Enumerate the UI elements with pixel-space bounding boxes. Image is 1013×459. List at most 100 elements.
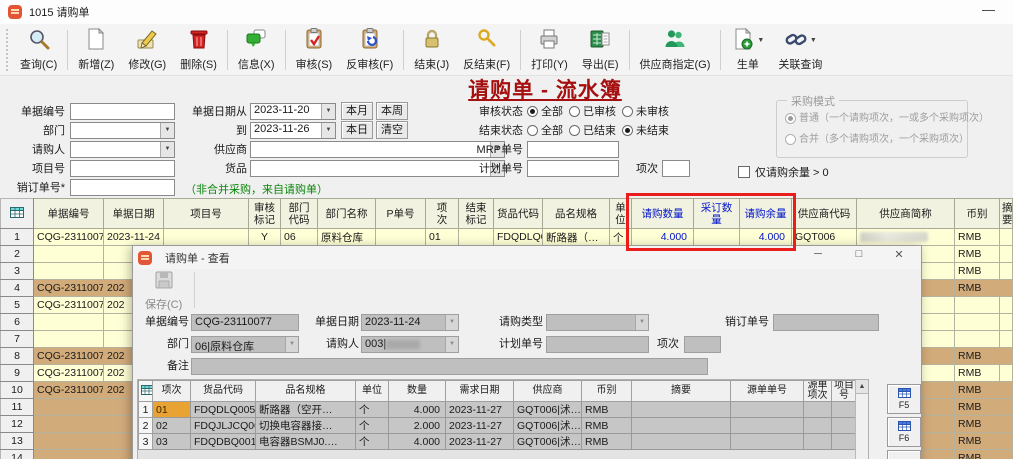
audit-check-icon [302,27,326,54]
date-to-label: 到 [236,125,247,137]
chevron-down-icon[interactable]: ▼ [160,123,174,138]
dialog-minimize-button[interactable]: ─ [809,248,827,260]
audit-button[interactable]: 审核(S) [289,26,340,74]
generate-doc-icon [731,27,755,54]
modify-button[interactable]: 修改(G) [121,26,173,74]
unaudit-button[interactable]: 反审核(F) [339,26,400,74]
save-button[interactable]: 保存(C) [139,267,188,313]
today-button[interactable]: 本日 [341,121,373,139]
project-label: 项目号 [32,163,65,175]
unend-button[interactable]: 反结束(F) [456,26,517,74]
related-query-button[interactable]: ▼ 关联查询 [771,26,829,74]
dept-select[interactable]: ▼ [70,122,175,139]
dlg-dept-value: 06|原料仓库 ▼ [191,336,299,353]
mrp-label: MRP单号 [476,144,523,156]
delete-button[interactable]: 删除(S) [173,26,224,74]
mode-normal-label: 普通（一个请购项次，一或多个采购项次） [799,113,989,124]
date-from-input[interactable]: 2023-11-20 ▼ [250,103,336,120]
purchase-mode-group: 采购模式 普通（一个请购项次，一或多个采购项次） 合并（多个请购项次，一个采购项… [776,93,989,158]
seq-input[interactable] [662,160,690,177]
this-month-button[interactable]: 本月 [341,102,373,120]
audit-all-label: 全部 [541,106,563,118]
mode-normal-radio [785,113,796,124]
edit-icon [135,27,159,54]
minimize-button[interactable]: — [982,2,995,17]
delete-row-button[interactable]: ✕ [887,450,921,459]
vertical-scrollbar[interactable]: ▲ [855,380,868,459]
search-icon [27,27,51,54]
generate-order-button[interactable]: ▼ 生单 [724,26,771,74]
redacted-text [386,339,421,349]
excel-export-icon [588,27,612,54]
doc-no-input[interactable] [70,103,175,120]
end-yes-label: 已结束 [583,125,616,137]
dialog-table-row[interactable]: 3 03 FDQDBQ001 电容器BSMJ0.… 个 4.000 2023-1… [138,433,857,450]
grid-icon [0,198,34,229]
chevron-down-icon: ▼ [635,315,648,330]
clear-button[interactable]: 清空 [376,121,408,139]
requester-select[interactable]: ▼ [70,141,175,158]
end-all-label: 全部 [541,125,563,137]
redacted-text [860,232,928,243]
dialog-maximize-button[interactable]: □ [850,248,868,260]
dlg-dept-label: 部门 [167,338,189,350]
chevron-down-icon: ▼ [445,337,458,352]
mode-merge-radio [785,134,796,145]
query-button[interactable]: 查询(C) [13,26,64,74]
sales-order-input[interactable] [70,179,175,196]
end-status-label: 结束状态 [479,125,523,137]
dlg-plan-value [546,336,649,353]
chevron-down-icon[interactable]: ▼ [757,37,764,44]
table-header-row: 单据编号 单据日期 项目号 审核 标记 部门 代码 部门名称 P单号 项 次 结… [0,198,1013,229]
seq-label: 项次 [636,163,658,175]
dlg-requester-label: 请购人 [326,338,359,350]
dialog-titlebar: 请购单 - 查看 ─ □ ✕ [133,246,921,269]
dlg-date-value: 2023-11-24 ▼ [361,314,459,331]
purchase-mode-title: 采购模式 [787,93,839,109]
f5-button[interactable]: F5 [887,384,921,414]
unaudit-icon [358,27,382,54]
audit-yes-radio[interactable] [569,106,580,117]
audit-all-radio[interactable] [527,106,538,117]
only-remaining-label: 仅请购余量 > 0 [755,167,829,179]
doc-no-label: 单据编号 [21,106,65,118]
table-row[interactable]: 1 CQG-23110077 2023-11-24 Y 06 原料仓库 01 F… [0,228,1013,246]
end-button[interactable]: 结束(J) [407,26,456,74]
plan-input[interactable] [527,160,619,177]
audit-no-label: 未审核 [636,106,669,118]
toolbar-grip-icon [6,28,9,71]
supplier-name-cell [856,228,955,246]
chevron-down-icon[interactable]: ▼ [321,123,335,138]
dialog-toolbar: 保存(C) [133,269,921,311]
this-week-button[interactable]: 本周 [376,102,408,120]
new-button[interactable]: 新增(Z) [71,26,121,74]
dlg-sales-label: 销订单号 [725,316,769,328]
audit-no-radio[interactable] [622,106,633,117]
end-no-radio[interactable] [622,125,633,136]
dialog-table-row[interactable]: 1 01 FDQDLQ005 断路器（空开… 个 4.000 2023-11-2… [138,401,857,418]
dialog-close-button[interactable]: ✕ [890,248,908,261]
only-remaining-checkbox[interactable] [738,166,750,178]
export-button[interactable]: 导出(E) [575,26,626,74]
dialog-title: 请购单 - 查看 [165,252,230,265]
chevron-down-icon[interactable]: ▼ [321,104,335,119]
scroll-up-icon[interactable]: ▲ [856,380,868,394]
chevron-down-icon[interactable]: ▼ [160,142,174,157]
trash-icon [187,27,211,54]
key-icon [475,27,499,54]
window-titlebar: 1015 请购单 — [0,0,1013,24]
project-input[interactable] [70,160,175,177]
lock-icon [420,27,444,54]
supplier-assign-button[interactable]: 供应商指定(G) [633,26,718,74]
dialog-table-row[interactable]: 2 02 FDQJLJCQ005 切换电容器接… 个 2.000 2023-11… [138,417,857,434]
info-button[interactable]: 信息(X) [231,26,282,74]
f6-button[interactable]: F6 [887,417,921,447]
date-to-input[interactable]: 2023-11-26 ▼ [250,122,336,139]
supplier-label: 供应商 [214,144,247,156]
mrp-input[interactable] [527,141,619,158]
print-button[interactable]: 打印(Y) [524,26,575,74]
end-all-radio[interactable] [527,125,538,136]
chevron-down-icon[interactable]: ▼ [810,37,817,44]
end-yes-radio[interactable] [569,125,580,136]
dlg-sales-value [773,314,879,331]
